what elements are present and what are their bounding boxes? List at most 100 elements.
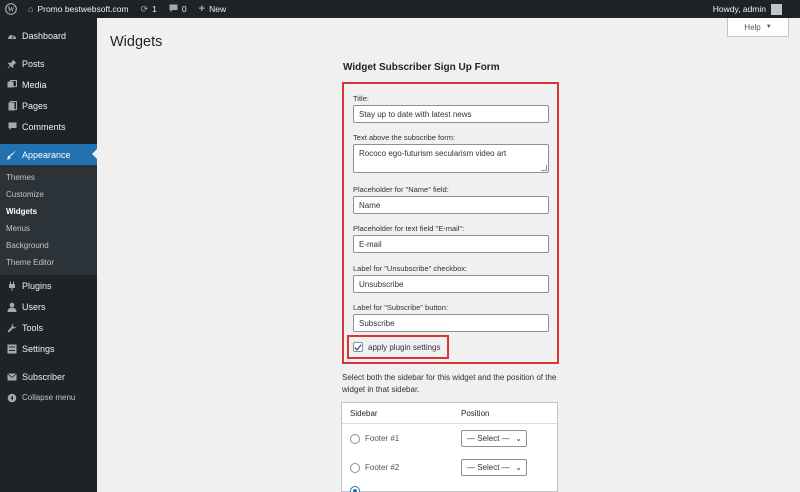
email-placeholder-label: Placeholder for text field "E-mail":	[353, 224, 465, 233]
sidebar-item-posts[interactable]: Posts	[0, 53, 97, 74]
sidebar-item-tools[interactable]: Tools	[0, 317, 97, 338]
admin-sidebar: Dashboard Posts Media Pages Comments App…	[0, 18, 97, 492]
subscribe-button-label-label: Label for "Subscribe" button:	[353, 303, 448, 312]
dashboard-icon	[6, 31, 18, 41]
unsubscribe-label-input[interactable]: Unsubscribe	[353, 275, 549, 293]
avatar	[771, 3, 782, 15]
sidebar-chooser-description: Select both the sidebar for this widget …	[342, 373, 557, 394]
sidebar-option[interactable]: Footer #2	[342, 462, 461, 473]
sidebar-option-label: Footer #2	[365, 463, 400, 472]
sidebar-item-label: Media	[22, 79, 47, 90]
updates-link[interactable]: ⟳ 1	[135, 0, 163, 18]
comments-link[interactable]: 0	[163, 0, 193, 18]
sidebar-option-label: Footer #1	[365, 434, 400, 443]
position-select[interactable]: — Select — ⌄	[461, 430, 527, 447]
plug-icon	[6, 281, 18, 291]
submenu-item-menus[interactable]: Menus	[0, 220, 97, 237]
sidebar-item-appearance[interactable]: Appearance	[0, 144, 97, 165]
site-name: Promo bestwebsoft.com	[37, 4, 129, 14]
my-account[interactable]: Howdy, admin	[713, 0, 800, 18]
wordpress-logo-icon[interactable]: W	[0, 0, 22, 18]
settings-icon	[6, 344, 18, 354]
updates-icon: ⟳	[140, 3, 149, 14]
sidebar-item-subscriber[interactable]: Subscriber	[0, 366, 97, 387]
wrench-icon	[6, 323, 18, 333]
svg-text:W: W	[8, 6, 15, 14]
subscribe-button-label-input[interactable]: Subscribe	[353, 314, 549, 332]
howdy-text: Howdy, admin	[712, 4, 766, 14]
apply-settings-checkbox-row[interactable]: apply plugin settings	[347, 335, 449, 359]
sidebar-item-label: Appearance	[22, 149, 71, 160]
sidebar-item-label: Posts	[22, 58, 45, 69]
new-content-link[interactable]: + New	[193, 0, 232, 18]
comments-count: 0	[181, 4, 187, 14]
plus-icon: +	[198, 3, 206, 15]
name-placeholder-label: Placeholder for "Name" field:	[353, 185, 449, 194]
sidebar-item-settings[interactable]: Settings	[0, 338, 97, 359]
apply-settings-checkbox[interactable]	[353, 342, 363, 352]
table-row	[342, 482, 557, 492]
title-input[interactable]: Stay up to date with latest news	[353, 105, 549, 123]
sidebar-radio[interactable]	[350, 462, 360, 473]
column-header-sidebar: Sidebar	[350, 408, 378, 418]
table-row: Footer #1 — Select — ⌄	[342, 424, 557, 453]
widget-settings-form: Title: Stay up to date with latest news …	[342, 82, 559, 364]
new-label: New	[209, 4, 227, 14]
text-label: Text above the subscribe form:	[353, 133, 456, 142]
submenu-item-widgets[interactable]: Widgets	[0, 203, 97, 220]
sidebar-item-label: Settings	[22, 343, 55, 354]
widget-heading: Widget Subscriber Sign Up Form	[343, 62, 500, 73]
apply-settings-label: apply plugin settings	[368, 342, 441, 352]
caret-down-icon: ▼	[765, 24, 772, 30]
text-textarea[interactable]: Rococo ego-futurism secularism video art	[353, 144, 549, 173]
name-placeholder-input[interactable]: Name	[353, 196, 549, 214]
submenu-item-themes[interactable]: Themes	[0, 169, 97, 186]
appearance-submenu: Themes Customize Widgets Menus Backgroun…	[0, 165, 97, 275]
sidebar-item-label: Pages	[22, 100, 48, 111]
sidebar-item-label: Subscriber	[22, 371, 66, 382]
pin-icon	[6, 59, 18, 69]
sidebar-item-users[interactable]: Users	[0, 296, 97, 317]
sidebar-item-label: Tools	[22, 322, 44, 333]
sidebar-item-plugins[interactable]: Plugins	[0, 275, 97, 296]
email-placeholder-input[interactable]: E-mail	[353, 235, 549, 253]
sidebar-option[interactable]	[342, 486, 461, 492]
home-icon: ⌂	[28, 4, 34, 14]
media-icon	[6, 80, 18, 90]
chevron-down-icon: ⌄	[515, 434, 522, 443]
help-tab-button[interactable]: Help ▼	[727, 18, 789, 37]
resize-grip-icon[interactable]	[541, 165, 547, 171]
unsubscribe-label-label: Label for "Unsubscribe" checkbox:	[353, 264, 468, 273]
submenu-item-customize[interactable]: Customize	[0, 186, 97, 203]
subscribe-button-label-group: Label for "Subscribe" button: Subscribe	[353, 303, 549, 332]
table-row: Footer #2 — Select — ⌄	[342, 453, 557, 482]
collapse-arrow-icon	[6, 393, 18, 403]
comment-bubble-icon	[6, 122, 18, 132]
submenu-item-theme-editor[interactable]: Theme Editor	[0, 254, 97, 271]
text-value: Rococo ego-futurism secularism video art	[359, 149, 507, 158]
sidebar-item-comments[interactable]: Comments	[0, 116, 97, 137]
position-select[interactable]: — Select — ⌄	[461, 459, 527, 476]
title-label: Title:	[353, 94, 369, 103]
submenu-item-background[interactable]: Background	[0, 237, 97, 254]
unsubscribe-label-group: Label for "Unsubscribe" checkbox: Unsubs…	[353, 264, 549, 293]
sidebar-item-label: Users	[22, 301, 46, 312]
sidebar-item-media[interactable]: Media	[0, 74, 97, 95]
sidebar-radio-checked[interactable]	[350, 486, 360, 492]
text-field-group: Text above the subscribe form: Rococo eg…	[353, 133, 549, 173]
comment-bubble-icon	[169, 4, 178, 15]
pages-icon	[6, 100, 18, 111]
sidebar-radio[interactable]	[350, 433, 360, 444]
sidebar-item-dashboard[interactable]: Dashboard	[0, 25, 97, 46]
sidebar-item-label: Dashboard	[22, 30, 67, 41]
site-name-link[interactable]: ⌂ Promo bestwebsoft.com	[22, 0, 135, 18]
sidebar-item-pages[interactable]: Pages	[0, 95, 97, 116]
collapse-menu-button[interactable]: Collapse menu	[0, 387, 97, 408]
sidebar-item-label: Plugins	[22, 280, 52, 291]
admin-bar: W ⌂ Promo bestwebsoft.com ⟳ 1 0 + New Ho…	[0, 0, 800, 18]
sidebar-option[interactable]: Footer #1	[342, 433, 461, 444]
sidebar-item-label: Comments	[22, 121, 66, 132]
column-header-position: Position	[461, 408, 490, 418]
name-placeholder-group: Placeholder for "Name" field: Name	[353, 185, 549, 214]
sidebar-chooser-table: Sidebar Position Footer #1 — Select — ⌄ …	[341, 402, 558, 492]
